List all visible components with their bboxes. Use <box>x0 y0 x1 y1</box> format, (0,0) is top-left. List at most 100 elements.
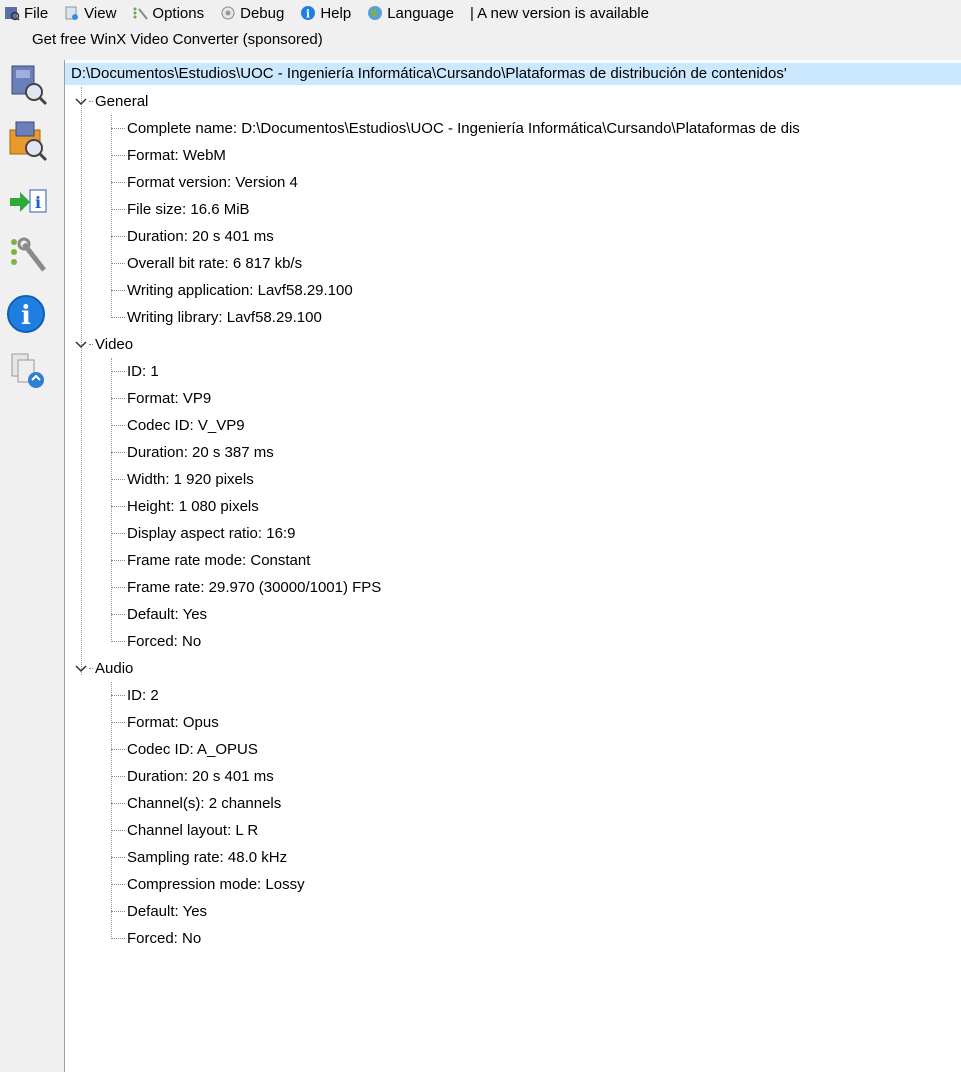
tree-item[interactable]: Forced: No <box>111 628 961 655</box>
tree-item-text: Writing application: Lavf58.29.100 <box>127 282 353 299</box>
tree-connector <box>111 736 127 763</box>
chevron-down-icon[interactable] <box>75 655 89 682</box>
tree-item-text: Default: Yes <box>127 903 208 920</box>
svg-text:i: i <box>21 301 31 331</box>
menu-view[interactable]: View <box>64 0 116 26</box>
export-button[interactable]: i <box>6 178 50 222</box>
tree-item-text: Complete name: D:\Documentos\Estudios\UO… <box>127 120 800 137</box>
tree-connector <box>111 709 127 736</box>
tree-item-text: Width: 1 920 pixels <box>127 471 254 488</box>
tree-section-0[interactable]: General <box>75 88 225 115</box>
open-folder-button[interactable] <box>6 118 50 162</box>
menu-debug[interactable]: Debug <box>220 0 284 26</box>
sponsor-link[interactable]: Get free WinX Video Converter (sponsored… <box>32 31 323 48</box>
info-tree[interactable]: D:\Documentos\Estudios\UOC - Ingeniería … <box>64 60 961 1072</box>
sponsor-bar: Get free WinX Video Converter (sponsored… <box>0 26 961 60</box>
open-folder-icon <box>9 121 48 162</box>
tree-item[interactable]: Duration: 20 s 401 ms <box>111 763 961 790</box>
preferences-button[interactable] <box>6 232 50 276</box>
tree-item-text: Format: Opus <box>127 714 219 731</box>
tree-connector <box>111 196 127 223</box>
debug-icon <box>220 5 236 21</box>
tree-item[interactable]: Height: 1 080 pixels <box>111 493 961 520</box>
tree-item[interactable]: Default: Yes <box>111 601 961 628</box>
tree-item[interactable]: Format: WebM <box>111 142 961 169</box>
tree-item[interactable]: Complete name: D:\Documentos\Estudios\UO… <box>111 115 961 142</box>
tree-item-text: Codec ID: V_VP9 <box>127 417 245 434</box>
tree-item[interactable]: Sampling rate: 48.0 kHz <box>111 844 961 871</box>
svg-text:i: i <box>35 193 41 212</box>
options-icon <box>132 5 149 21</box>
tree-connector <box>111 682 127 709</box>
tree-item-text: Duration: 20 s 401 ms <box>127 228 274 245</box>
tree-item[interactable]: Compression mode: Lossy <box>111 871 961 898</box>
tree-connector <box>111 358 127 385</box>
tree-item[interactable]: Frame rate mode: Constant <box>111 547 961 574</box>
menu-options[interactable]: Options <box>132 0 204 26</box>
tree-guide-line <box>81 87 82 675</box>
file-icon <box>4 5 20 21</box>
preferences-icon <box>11 237 46 272</box>
tree-connector <box>111 520 127 547</box>
tree-connector <box>111 277 127 304</box>
web-update-button[interactable] <box>6 350 50 394</box>
tree-item[interactable]: Channel layout: L R <box>111 817 961 844</box>
tree-item-text: Format version: Version 4 <box>127 174 298 191</box>
tree-connector <box>111 574 127 601</box>
tree-item-text: File size: 16.6 MiB <box>127 201 250 218</box>
tree-item[interactable]: Duration: 20 s 387 ms <box>111 439 961 466</box>
new-version-notice[interactable]: | A new version is available <box>470 5 649 22</box>
tree-item[interactable]: ID: 1 <box>111 358 961 385</box>
side-toolbar: i i <box>0 60 64 1072</box>
menu-bar: File View Options Debug i Help Language … <box>0 0 961 26</box>
tree-item[interactable]: Format: VP9 <box>111 385 961 412</box>
tree-section-2[interactable]: Audio <box>75 655 225 682</box>
view-icon <box>64 5 80 21</box>
tree-item[interactable]: Frame rate: 29.970 (30000/1001) FPS <box>111 574 961 601</box>
tree-item-text: ID: 1 <box>127 363 159 380</box>
tree-item[interactable]: Format: Opus <box>111 709 961 736</box>
tree-connector <box>111 385 127 412</box>
tree-item[interactable]: Channel(s): 2 channels <box>111 790 961 817</box>
tree-connector <box>89 655 95 682</box>
tree-item[interactable]: Forced: No <box>111 925 961 952</box>
tree-connector <box>111 844 127 871</box>
tree-root-file[interactable]: D:\Documentos\Estudios\UOC - Ingeniería … <box>65 63 961 85</box>
svg-text:i: i <box>306 8 310 21</box>
tree-connector <box>111 223 127 250</box>
open-file-button[interactable] <box>6 62 50 106</box>
section-title: General <box>95 93 149 110</box>
tree-connector <box>111 817 127 844</box>
menu-help[interactable]: i Help <box>300 0 351 26</box>
chevron-down-icon[interactable] <box>75 331 89 358</box>
tree-connector <box>111 925 127 952</box>
tree-item[interactable]: Display aspect ratio: 16:9 <box>111 520 961 547</box>
tree-item-text: Forced: No <box>127 930 202 947</box>
tree-item[interactable]: Codec ID: A_OPUS <box>111 736 961 763</box>
tree-item[interactable]: Duration: 20 s 401 ms <box>111 223 961 250</box>
about-button[interactable]: i <box>6 292 50 336</box>
tree-item[interactable]: Overall bit rate: 6 817 kb/s <box>111 250 961 277</box>
tree-connector <box>111 412 127 439</box>
tree-item[interactable]: Format version: Version 4 <box>111 169 961 196</box>
chevron-down-icon[interactable] <box>75 88 89 115</box>
tree-connector <box>111 601 127 628</box>
tree-section-1[interactable]: Video <box>75 331 225 358</box>
tree-item[interactable]: Writing application: Lavf58.29.100 <box>111 277 961 304</box>
tree-item[interactable]: ID: 2 <box>111 682 961 709</box>
about-icon: i <box>7 295 45 333</box>
tree-item[interactable]: File size: 16.6 MiB <box>111 196 961 223</box>
tree-item[interactable]: Writing library: Lavf58.29.100 <box>111 304 961 331</box>
tree-item[interactable]: Codec ID: V_VP9 <box>111 412 961 439</box>
tree-item-text: Frame rate: 29.970 (30000/1001) FPS <box>127 579 382 596</box>
menu-file[interactable]: File <box>4 0 48 26</box>
menu-language[interactable]: Language <box>367 0 454 26</box>
tree-item-text: Default: Yes <box>127 606 208 623</box>
tree-item[interactable]: Width: 1 920 pixels <box>111 466 961 493</box>
tree-connector <box>111 142 127 169</box>
tree-item-text: Sampling rate: 48.0 kHz <box>127 849 288 866</box>
tree-item-text: Compression mode: Lossy <box>127 876 305 893</box>
tree-item-text: Duration: 20 s 387 ms <box>127 444 274 461</box>
tree-item[interactable]: Default: Yes <box>111 898 961 925</box>
tree-connector <box>111 169 127 196</box>
